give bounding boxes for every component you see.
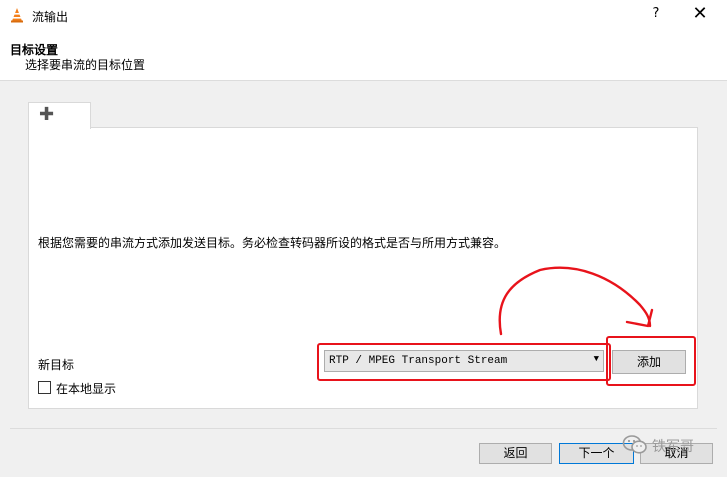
new-target-label: 新目标 [38, 358, 75, 372]
help-button[interactable]: ? [648, 6, 664, 21]
tab-add-destination[interactable]: ✚ [28, 102, 91, 129]
back-button[interactable]: 返回 [479, 443, 552, 464]
destination-select[interactable]: RTP / MPEG Transport Stream ▼ [324, 350, 604, 372]
title-bar: 流输出 ? ✕ [0, 0, 727, 30]
add-button[interactable]: 添加 [612, 350, 686, 374]
local-display-checkbox[interactable] [38, 381, 51, 394]
close-button[interactable]: ✕ [690, 3, 710, 24]
vlc-cone-icon [11, 8, 23, 23]
destination-select-value: RTP / MPEG Transport Stream [329, 355, 508, 367]
chevron-down-icon: ▼ [593, 354, 599, 364]
instruction-text: 根据您需要的串流方式添加发送目标。务必检查转码器所设的格式是否与所用方式兼容。 [38, 236, 507, 250]
add-icon: ✚ [39, 104, 55, 125]
wechat-icon [622, 435, 647, 454]
page-subtitle: 选择要串流的目标位置 [25, 58, 146, 72]
window-title: 流输出 [32, 10, 69, 24]
wizard-header: 目标设置 选择要串流的目标位置 [0, 30, 727, 81]
footer-divider [10, 428, 717, 429]
local-display-label: 在本地显示 [56, 382, 117, 396]
watermark-text: 铁军哥 [652, 439, 694, 455]
